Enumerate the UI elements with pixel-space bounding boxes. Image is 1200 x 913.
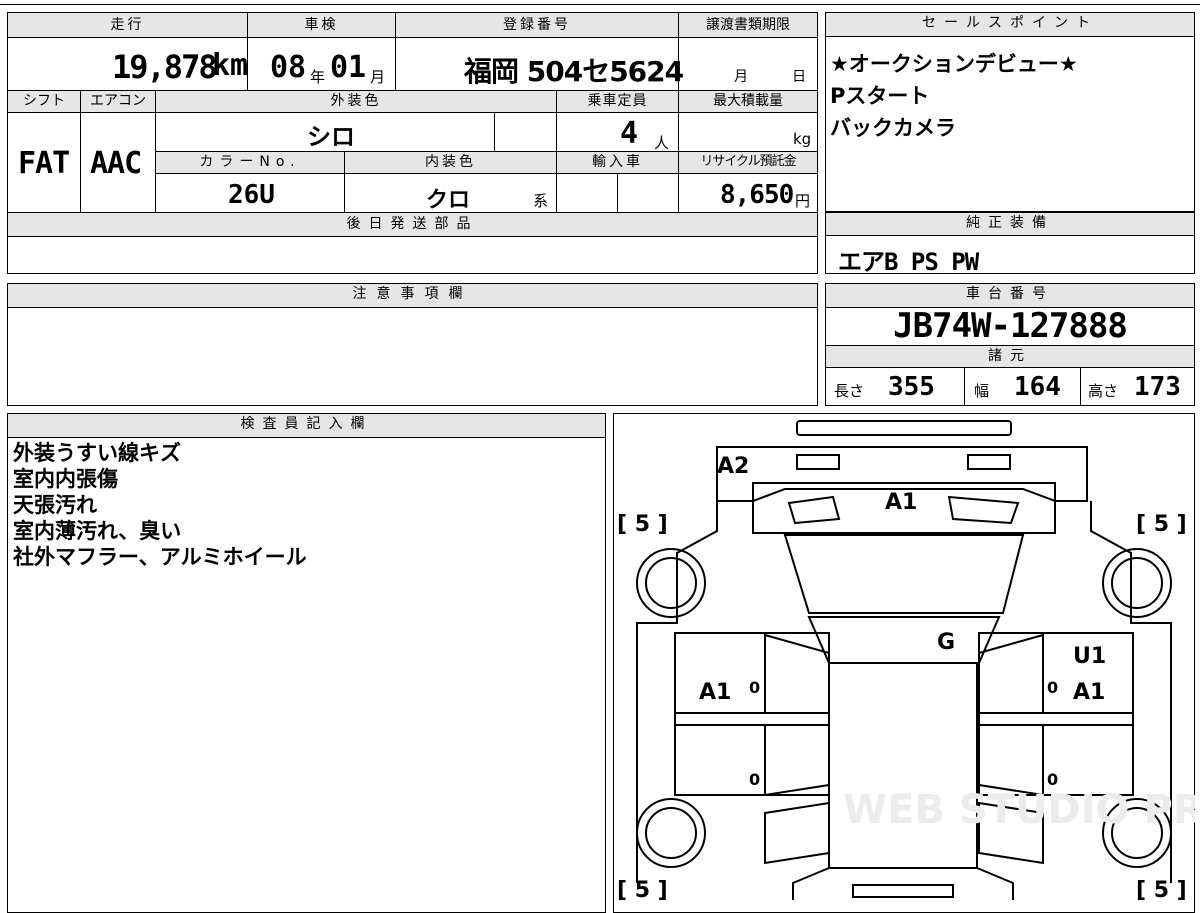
sales-points-list: ★オークションデビュー★ Pスタート バックカメラ xyxy=(830,48,1078,144)
notes-label: 注意事項欄 xyxy=(8,284,817,308)
inspector-notes: 外装うすい線キズ 室内内張傷 天張汚れ 室内薄汚れ、臭い 社外マフラー、アルミホ… xyxy=(13,440,307,570)
transfer-deadline-label: 譲渡書類期限 xyxy=(706,17,790,33)
door-zero-rear-left: 0 xyxy=(749,770,760,789)
inspector-line: 室内内張傷 xyxy=(13,467,118,491)
inspector-line: 社外マフラー、アルミホイール xyxy=(13,545,307,569)
right-light-shape xyxy=(967,454,1011,470)
roof-front-shape xyxy=(807,616,1001,664)
tire-mark-front-left: [ 5 ] xyxy=(617,512,668,537)
tire-mark-rear-left: [ 5 ] xyxy=(617,878,668,900)
import-label: 輸入車 xyxy=(592,154,643,170)
shift-label: シフト xyxy=(23,93,65,109)
tire-mark-front-right: [ 5 ] xyxy=(1136,512,1187,537)
left-window-rear xyxy=(764,724,830,797)
recycle-unit: 円 xyxy=(795,192,811,210)
rear-left-wheel-inner xyxy=(645,807,697,859)
deadline-month-unit: 月 xyxy=(734,69,748,85)
inspection-month-unit: 月 xyxy=(370,68,386,86)
door-zero-rear-right: 0 xyxy=(1047,770,1058,789)
top-edge-line xyxy=(0,4,1200,5)
recycle-value: 8,650 xyxy=(720,180,794,210)
specs-height-value: 173 xyxy=(1134,372,1181,402)
tire-mark-rear-right: [ 5 ] xyxy=(1136,878,1187,900)
specs-width-value: 164 xyxy=(1014,372,1061,402)
genuine-equipment-label: 純正装備 xyxy=(826,212,1194,236)
specs-length-value: 355 xyxy=(888,372,935,402)
left-window-front xyxy=(764,633,830,714)
capacity-unit: 人 xyxy=(654,134,670,152)
mark-left-door: A1 xyxy=(699,680,731,705)
front-right-wheel-inner xyxy=(1111,557,1163,609)
interior-color-suffix: 系 xyxy=(533,192,549,210)
mark-glass: G xyxy=(937,630,955,655)
mark-right-door-2: A1 xyxy=(1073,680,1105,705)
mileage-unit: km xyxy=(212,48,249,83)
recycle-label: リサイクル預託金 xyxy=(700,154,796,169)
specs-height-label: 高さ xyxy=(1088,382,1119,400)
specs-label: 諸元 xyxy=(826,346,1194,368)
mark-front-left: A2 xyxy=(717,454,749,479)
watermark: WEB STUDIO PRO xyxy=(843,787,1195,833)
roof-shape xyxy=(828,662,978,869)
mileage-label: 走行 xyxy=(110,17,145,33)
shift-value: FAT xyxy=(18,146,70,181)
inspector-label: 検査員記入欄 xyxy=(8,414,605,438)
rear-left-panel xyxy=(764,801,830,865)
capacity-label: 乗車定員 xyxy=(587,93,648,109)
front-left-wheel-inner xyxy=(645,557,697,609)
hood-right-vent xyxy=(947,495,1020,525)
right-window-front xyxy=(978,633,1044,714)
front-right-wheel-outer xyxy=(1102,548,1172,618)
inspection-year-unit: 年 xyxy=(310,68,326,86)
specs-width-label: 幅 xyxy=(974,382,990,400)
windshield-shape xyxy=(783,534,1025,614)
inspection-year: 08 xyxy=(270,50,307,85)
inspection-label: 車検 xyxy=(304,17,339,33)
color-no-label: カラーNo. xyxy=(199,154,301,170)
interior-color-value: クロ xyxy=(426,188,471,213)
sales-point-item: バックカメラ xyxy=(830,116,956,140)
sales-points-label: セールスポイント xyxy=(826,13,1194,37)
max-load-label: 最大積載量 xyxy=(713,93,783,109)
mileage-value: 19,878 xyxy=(112,48,218,86)
sales-point-item: ★オークションデビュー★ xyxy=(830,52,1078,76)
inspection-month: 01 xyxy=(330,50,367,85)
chassis-number: JB74W-127888 xyxy=(893,306,1128,346)
registration-value: 福岡 504セ5624 xyxy=(464,55,684,88)
hood-left-vent xyxy=(787,495,841,525)
inspector-line: 室内薄汚れ、臭い xyxy=(13,519,182,543)
later-parts-label: 後日発送部品 xyxy=(346,216,479,232)
door-zero-front-right: 0 xyxy=(1047,678,1058,697)
front-bumper-shape xyxy=(796,420,1012,436)
rear-left-line xyxy=(792,867,830,900)
capacity-value: 4 xyxy=(620,116,639,151)
car-diagram: WEB STUDIO PRO [ 5 ] [ 5 ] [ 5 ] [ 5 ] A… xyxy=(617,420,1195,900)
deadline-day-unit: 日 xyxy=(792,69,806,85)
rear-right-line xyxy=(976,867,1014,900)
aircon-label: エアコン xyxy=(90,93,146,109)
rear-bar-shape xyxy=(852,884,954,898)
inspector-line: 天張汚れ xyxy=(13,493,97,517)
interior-color-label: 内装色 xyxy=(425,154,476,170)
inspector-line: 外装うすい線キズ xyxy=(13,441,181,465)
right-window-rear xyxy=(978,724,1044,797)
aircon-value: AAC xyxy=(90,146,142,181)
specs-length-label: 長さ xyxy=(834,382,865,400)
exterior-color-value: シロ xyxy=(307,123,355,151)
left-light-shape xyxy=(796,454,840,470)
mark-right-door-1: U1 xyxy=(1073,644,1106,669)
rear-left-wheel-outer xyxy=(636,798,706,868)
mark-hood: A1 xyxy=(885,490,917,515)
front-left-wheel-outer xyxy=(636,548,706,618)
genuine-equipment-value: エアB PS PW xyxy=(838,248,979,276)
chassis-label: 車台番号 xyxy=(826,284,1194,308)
max-load-unit: kg xyxy=(793,130,812,148)
registration-label: 登録番号 xyxy=(503,17,571,33)
door-zero-front-left: 0 xyxy=(749,678,760,697)
sales-point-item: Pスタート xyxy=(830,84,930,108)
exterior-color-label: 外装色 xyxy=(330,93,382,109)
color-no-value: 26U xyxy=(228,180,275,210)
